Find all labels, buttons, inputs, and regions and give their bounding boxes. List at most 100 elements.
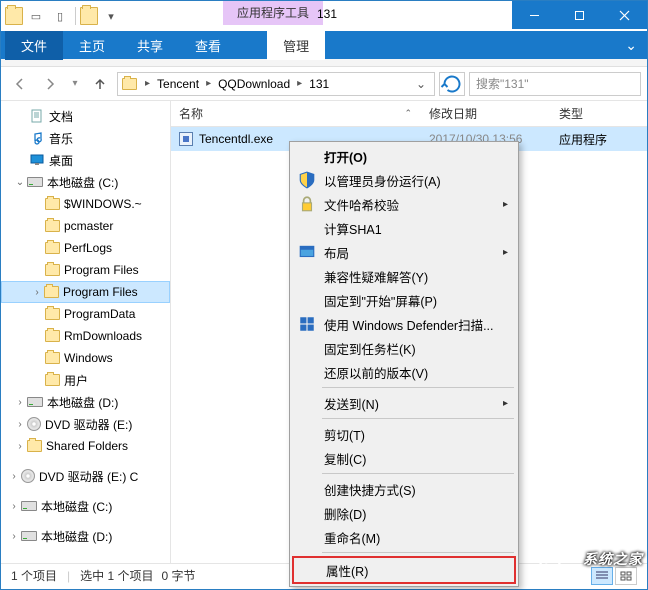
address-bar-row: ▾ ▸ Tencent ▸ QQDownload ▸ 131 ⌄ 搜索"131": [1, 67, 647, 101]
tree-label: ProgramData: [64, 307, 135, 321]
crumb-1[interactable]: QQDownload: [214, 77, 294, 91]
expand-icon[interactable]: ›: [13, 419, 27, 430]
menu-defender[interactable]: 使用 Windows Defender扫描...: [292, 312, 516, 336]
menu-pin-taskbar[interactable]: 固定到任务栏(K): [292, 336, 516, 360]
menu-restore[interactable]: 还原以前的版本(V): [292, 360, 516, 384]
tree-drive-d[interactable]: ›本地磁盘 (D:): [1, 391, 170, 413]
menu-separator: [322, 473, 514, 474]
tab-manage[interactable]: 管理: [267, 30, 325, 60]
view-details-button[interactable]: [591, 567, 613, 585]
highlight-annotation: 属性(R): [292, 556, 516, 584]
tree-folder[interactable]: 用户: [1, 369, 170, 391]
tree-folder[interactable]: ProgramData: [1, 303, 170, 325]
tree-music[interactable]: 音乐: [1, 127, 170, 149]
app-icon[interactable]: [5, 7, 23, 25]
tree-shared[interactable]: ›Shared Folders: [1, 435, 170, 457]
desktop-icon: [29, 152, 45, 168]
tree-folder[interactable]: PerfLogs: [1, 237, 170, 259]
menu-run-admin[interactable]: 以管理员身份运行(A): [292, 168, 516, 192]
quick-access-toolbar: ▭ ▯ ▾: [1, 5, 122, 27]
breadcrumb[interactable]: ▸ Tencent ▸ QQDownload ▸ 131 ⌄: [117, 72, 435, 96]
menu-label: 布局: [324, 243, 349, 262]
qat-dropdown[interactable]: ▾: [100, 5, 122, 27]
menu-copy[interactable]: 复制(C): [292, 446, 516, 470]
chevron-right-icon[interactable]: ▸: [294, 78, 305, 89]
refresh-button[interactable]: [439, 72, 465, 96]
expand-icon[interactable]: ›: [7, 471, 21, 482]
breadcrumb-dropdown[interactable]: ⌄: [410, 77, 432, 91]
menu-compat[interactable]: 兼容性疑难解答(Y): [292, 264, 516, 288]
expand-icon[interactable]: ›: [7, 501, 21, 512]
menu-properties[interactable]: 属性(R): [294, 558, 514, 582]
exe-icon: [179, 132, 193, 146]
tree-label: 本地磁盘 (D:): [41, 528, 112, 545]
folder-icon: [45, 242, 60, 254]
tree-folder[interactable]: pcmaster: [1, 215, 170, 237]
column-name[interactable]: 名称⌃: [171, 101, 421, 126]
tree-dvd[interactable]: ›DVD 驱动器 (E:): [1, 413, 170, 435]
menu-rename[interactable]: 重命名(M): [292, 525, 516, 549]
expand-icon[interactable]: ›: [30, 287, 44, 298]
crumb-0[interactable]: Tencent: [153, 77, 203, 91]
menu-label: 使用 Windows Defender扫描...: [324, 315, 494, 334]
tab-home[interactable]: 主页: [63, 31, 121, 60]
tree-drive-d-2[interactable]: › 本地磁盘 (D:): [1, 525, 170, 547]
tree-folder[interactable]: Program Files: [1, 259, 170, 281]
navigation-tree[interactable]: 文档 音乐 桌面 ⌄本地磁盘 (C:) $WINDOWS.~ pcmaster …: [1, 101, 171, 563]
window-title: 131: [317, 7, 337, 21]
tree-drive-c-2[interactable]: ›本地磁盘 (C:): [1, 495, 170, 517]
chevron-right-icon[interactable]: ▸: [203, 78, 214, 89]
expand-icon[interactable]: ›: [13, 441, 27, 452]
collapse-icon[interactable]: ⌄: [13, 177, 27, 188]
column-label: 名称: [179, 105, 203, 122]
dvd-icon: [21, 469, 35, 483]
menu-delete[interactable]: 删除(D): [292, 501, 516, 525]
view-icons-button[interactable]: [615, 567, 637, 585]
qat-btn-2[interactable]: ▯: [49, 5, 71, 27]
tree-dvd-2[interactable]: ›DVD 驱动器 (E:) C: [1, 465, 170, 487]
nav-back-button[interactable]: [7, 71, 33, 97]
nav-forward-button[interactable]: [37, 71, 63, 97]
tree-label: Program Files: [64, 263, 139, 277]
menu-separator: [322, 552, 514, 553]
menu-pin-start[interactable]: 固定到"开始"屏幕(P): [292, 288, 516, 312]
tree-folder[interactable]: $WINDOWS.~: [1, 193, 170, 215]
menu-open[interactable]: 打开(O): [292, 144, 516, 168]
tab-file[interactable]: 文件: [5, 31, 63, 60]
contextual-tab-label: 应用程序工具: [223, 1, 323, 25]
menu-sha1[interactable]: 计算SHA1: [292, 216, 516, 240]
expand-icon[interactable]: ›: [13, 397, 27, 408]
column-type[interactable]: 类型: [551, 101, 641, 126]
tree-documents[interactable]: 文档: [1, 105, 170, 127]
minimize-button[interactable]: [512, 1, 557, 29]
music-icon: [29, 130, 45, 146]
menu-shortcut[interactable]: 创建快捷方式(S): [292, 477, 516, 501]
tab-view[interactable]: 查看: [179, 31, 237, 60]
search-input[interactable]: 搜索"131": [469, 72, 641, 96]
menu-sendto[interactable]: 发送到(N)▸: [292, 391, 516, 415]
tree-folder[interactable]: Windows: [1, 347, 170, 369]
chevron-right-icon[interactable]: ▸: [142, 78, 153, 89]
tree-label: $WINDOWS.~: [64, 197, 142, 211]
folder-icon: [44, 286, 59, 298]
nav-up-button[interactable]: [87, 71, 113, 97]
tree-folder[interactable]: RmDownloads: [1, 325, 170, 347]
menu-label: 文件哈希校验: [324, 195, 399, 214]
menu-hash[interactable]: 文件哈希校验▸: [292, 192, 516, 216]
close-button[interactable]: [602, 1, 647, 29]
ribbon-help-icon[interactable]: ⌄: [615, 37, 647, 54]
tree-drive-c[interactable]: ⌄本地磁盘 (C:): [1, 171, 170, 193]
qat-btn-1[interactable]: ▭: [25, 5, 47, 27]
window-controls: [512, 1, 647, 29]
tab-share[interactable]: 共享: [121, 31, 179, 60]
crumb-2[interactable]: 131: [305, 77, 333, 91]
menu-cut[interactable]: 剪切(T): [292, 422, 516, 446]
maximize-button[interactable]: [557, 1, 602, 29]
document-icon: [29, 108, 45, 124]
tree-desktop[interactable]: 桌面: [1, 149, 170, 171]
column-date[interactable]: 修改日期: [421, 101, 551, 126]
expand-icon[interactable]: ›: [7, 531, 21, 542]
tree-folder-selected[interactable]: ›Program Files: [1, 281, 170, 303]
nav-recent-button[interactable]: ▾: [67, 71, 83, 97]
menu-layout[interactable]: 布局▸: [292, 240, 516, 264]
